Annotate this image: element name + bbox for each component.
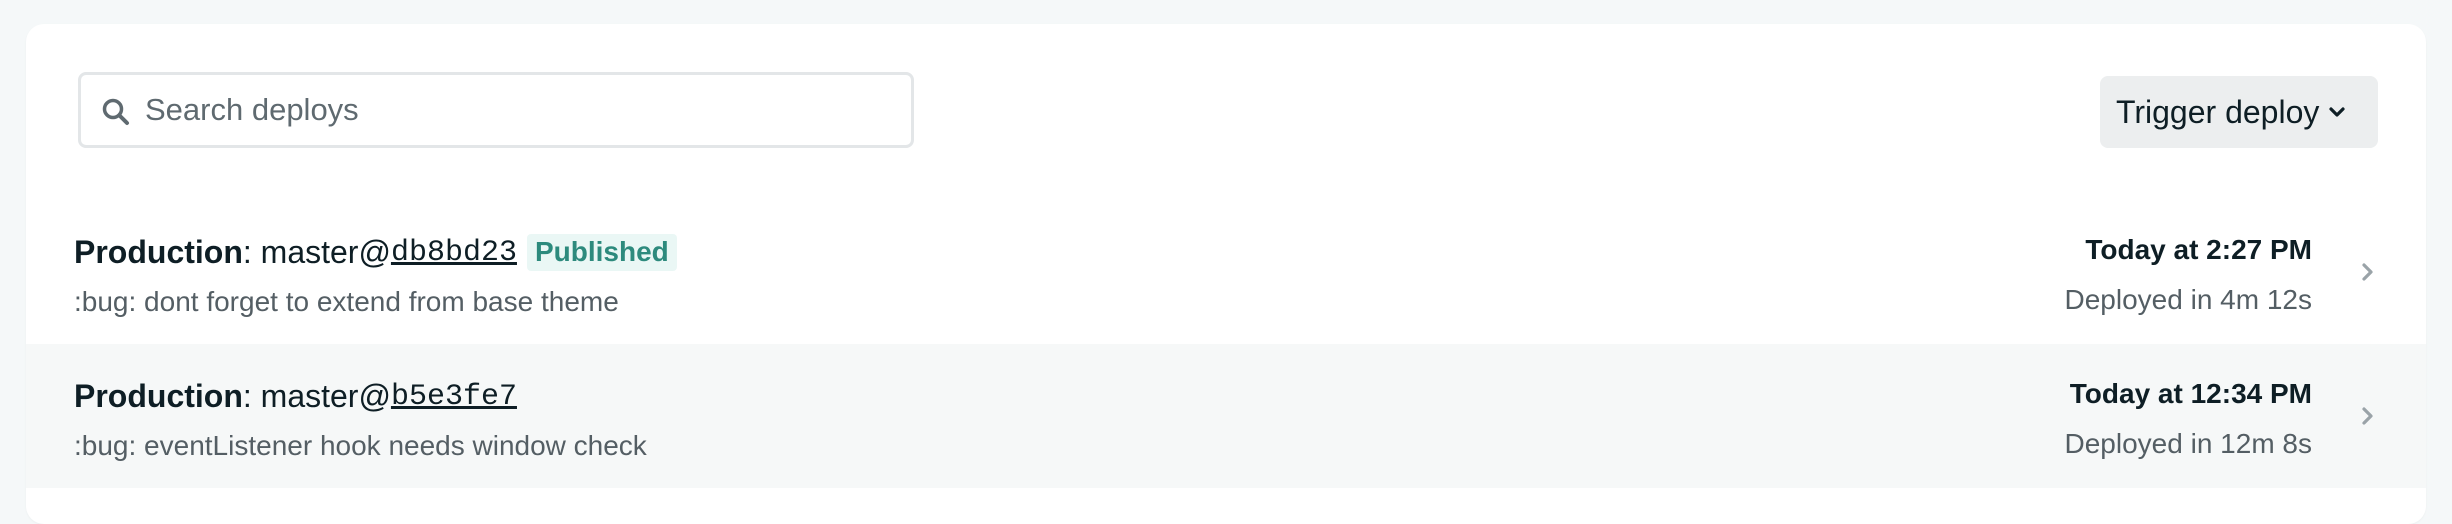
chevron-right-icon [2362,407,2373,425]
trigger-deploy-button[interactable]: Trigger deploy [2100,76,2378,148]
chevron-right-icon [2362,263,2373,281]
deploy-separator: : [242,234,261,270]
deploy-duration: Deployed in 12m 8s [2064,428,2312,459]
deploy-context: Production [74,378,243,414]
search-icon [102,98,129,125]
chevron-down-icon [2329,107,2345,117]
commit-message: :bug: dont forget to extend from base th… [74,286,619,317]
search-box[interactable] [78,72,914,148]
deploy-row[interactable]: Production: master@ db8bd23 Published :bu… [26,200,2426,344]
deploy-time: Today at 2:27 PM [2085,234,2312,265]
status-badge: Published [526,234,677,271]
deploy-row[interactable]: Production: master@ b5e3fe7 :bug: eventLi… [26,344,2426,488]
deploy-branch: master@ [260,378,391,414]
search-input[interactable] [145,75,885,145]
commit-sha-link[interactable]: b5e3fe7 [391,380,517,414]
deploy-branch: master@ [260,234,391,270]
commit-message: :bug: eventListener hook needs window ch… [74,430,647,461]
deploy-duration: Deployed in 4m 12s [2064,284,2312,315]
deploys-toolbar: Trigger deploy [26,24,2426,200]
deploy-title: Production: master@ db8bd23 Published [74,234,677,271]
deploys-card: Trigger deploy Production: master@db8bd2… [26,24,2426,524]
deploy-title: Production: master@ b5e3fe7 [74,378,517,415]
deploy-context: Production [74,234,243,270]
deploy-separator: : [242,378,261,414]
deploy-time: Today at 12:34 PM [2069,378,2312,409]
commit-sha-link[interactable]: db8bd23 [391,236,517,270]
trigger-deploy-label: Trigger deploy [2116,93,2320,130]
